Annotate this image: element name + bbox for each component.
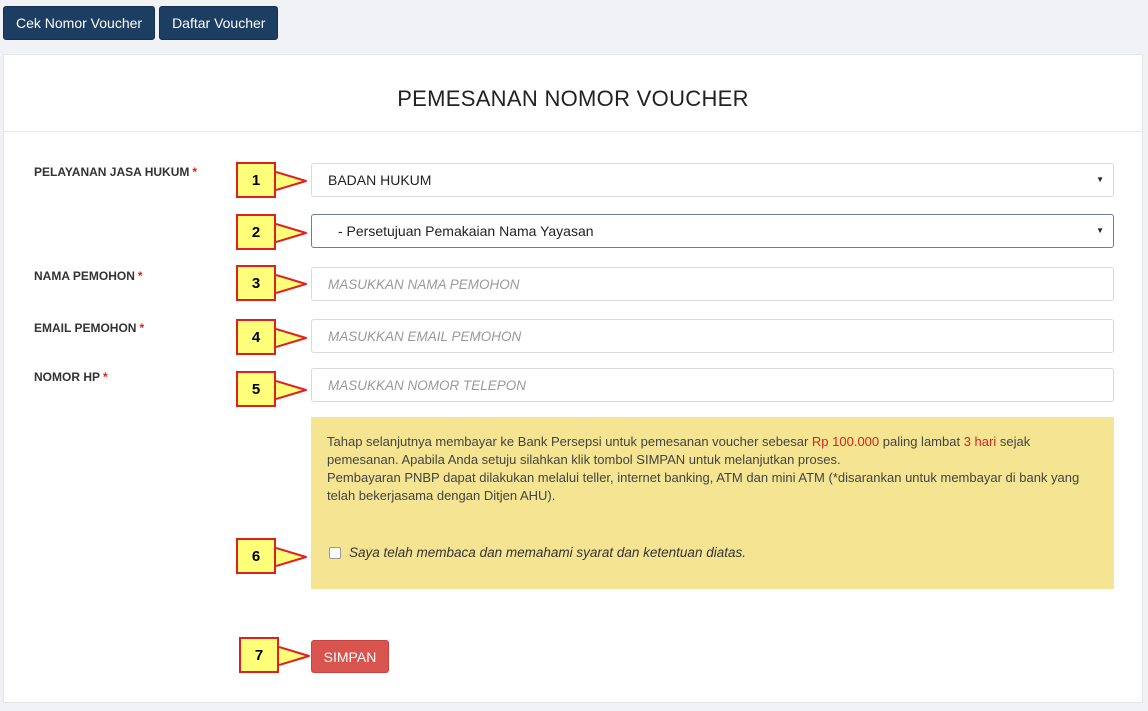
nama-pemohon-input[interactable]: MASUKKAN NAMA PEMOHON: [311, 267, 1114, 301]
email-pemohon-input[interactable]: MASUKKAN EMAIL PEMOHON: [311, 319, 1114, 353]
nomor-hp-input[interactable]: MASUKKAN NOMOR TELEPON: [311, 368, 1114, 402]
daftar-voucher-button[interactable]: Daftar Voucher: [159, 6, 279, 40]
required-mark: *: [103, 370, 108, 384]
layanan-select[interactable]: BADAN HUKUM ▼: [311, 163, 1114, 197]
payment-deadline: 3 hari: [963, 434, 997, 449]
required-mark: *: [192, 165, 198, 179]
required-mark: *: [137, 269, 143, 283]
annotation-marker-4: 4: [236, 319, 307, 355]
agree-checkbox[interactable]: [329, 547, 341, 559]
annotation-marker-3: 3: [236, 265, 307, 301]
layanan-label: PELAYANAN JASA HUKUM *: [34, 165, 198, 179]
card-header: PEMESANAN NOMOR VOUCHER: [4, 55, 1142, 132]
annotation-marker-7: 7: [239, 637, 310, 673]
annotation-marker-6: 6: [236, 538, 307, 574]
required-mark: *: [139, 321, 145, 335]
agree-label: Saya telah membaca dan memahami syarat d…: [349, 545, 746, 560]
cek-nomor-voucher-button[interactable]: Cek Nomor Voucher: [3, 6, 156, 40]
simpan-button[interactable]: SIMPAN: [311, 640, 389, 673]
annotation-marker-2: 2: [236, 214, 307, 250]
email-label: EMAIL PEMOHON *: [34, 321, 145, 335]
nama-label: NAMA PEMOHON *: [34, 269, 143, 283]
jenis-layanan-select[interactable]: - Persetujuan Pemakaian Nama Yayasan ▼: [311, 214, 1114, 248]
annotation-marker-1: 1: [236, 162, 307, 198]
agree-row: Saya telah membaca dan memahami syarat d…: [329, 544, 746, 562]
form-card: PEMESANAN NOMOR VOUCHER PELAYANAN JASA H…: [3, 54, 1143, 703]
hp-label: NOMOR HP *: [34, 370, 108, 384]
voucher-amount: Rp 100.000: [811, 434, 880, 449]
notice-paragraph-2: Pembayaran PNBP dapat dilakukan melalui …: [327, 470, 1080, 503]
chevron-down-icon: ▼: [1096, 175, 1104, 184]
payment-notice: Tahap selanjutnya membayar ke Bank Perse…: [311, 417, 1114, 589]
page-title: PEMESANAN NOMOR VOUCHER: [397, 86, 749, 111]
annotation-marker-5: 5: [236, 371, 307, 407]
top-nav: Cek Nomor Voucher Daftar Voucher: [3, 6, 279, 40]
notice-paragraph-1: Tahap selanjutnya membayar ke Bank Perse…: [327, 434, 1031, 467]
chevron-down-icon: ▼: [1096, 226, 1104, 235]
